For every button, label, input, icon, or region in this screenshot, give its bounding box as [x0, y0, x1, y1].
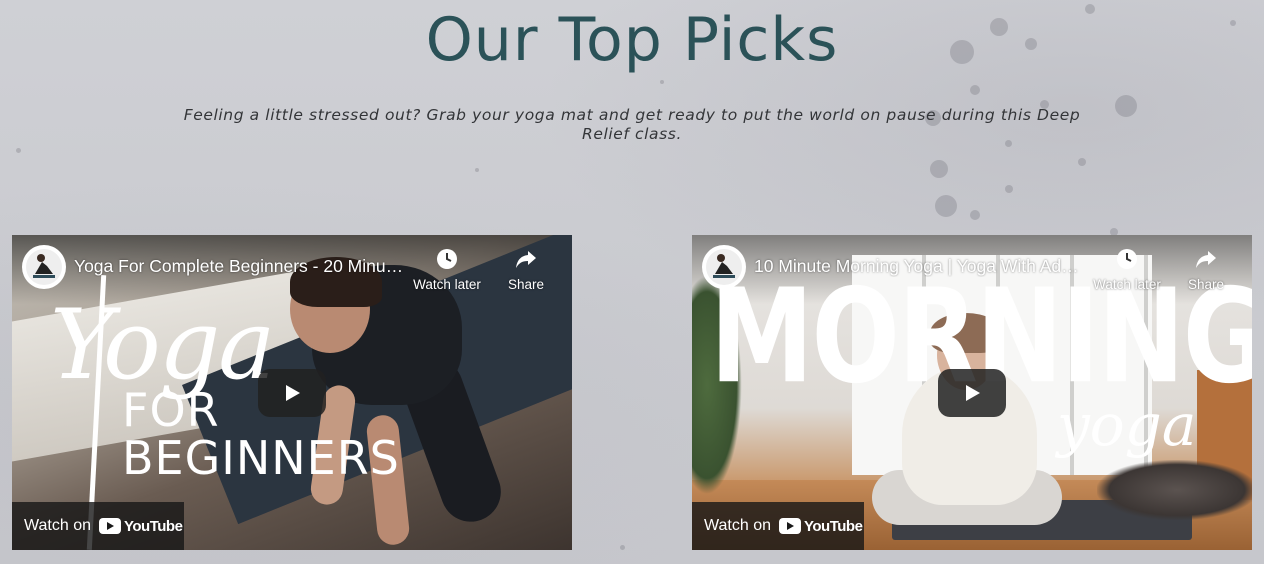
- section-title: Our Top Picks: [425, 5, 839, 75]
- youtube-logo: YouTube: [779, 517, 863, 535]
- share-icon: [516, 251, 536, 268]
- watch-on-youtube-button[interactable]: Watch on YouTube: [12, 502, 184, 550]
- watch-on-youtube-button[interactable]: Watch on YouTube: [692, 502, 864, 550]
- thumbnail-text-script: Yoga: [50, 289, 276, 401]
- watch-on-label: Watch on: [704, 517, 771, 534]
- thumbnail-text-line2: BEGINNERS: [122, 431, 400, 485]
- share-button[interactable]: Share: [504, 247, 548, 292]
- video-title[interactable]: 10 Minute Morning Yoga | Yoga With Adrie…: [754, 256, 1084, 277]
- play-button[interactable]: [938, 369, 1006, 417]
- video-embed-yoga-beginners[interactable]: Yoga FOR BEGINNERS Yoga For Complete Beg…: [12, 235, 572, 550]
- play-icon: [286, 385, 300, 401]
- watch-later-label: Watch later: [1093, 277, 1161, 292]
- clock-icon: [1117, 249, 1137, 269]
- share-label: Share: [1187, 277, 1225, 292]
- watch-later-label: Watch later: [413, 277, 481, 292]
- youtube-logo: YouTube: [99, 517, 183, 535]
- youtube-wordmark: YouTube: [804, 517, 863, 535]
- youtube-wordmark: YouTube: [124, 517, 183, 535]
- video-embed-morning-yoga[interactable]: MORNING yoga 10 Minute Morning Yoga | Yo…: [692, 235, 1252, 550]
- youtube-play-icon: [107, 522, 114, 530]
- video-top-bar: Yoga For Complete Beginners - 20 Minute …: [12, 235, 572, 299]
- watch-later-button[interactable]: Watch later: [410, 247, 484, 292]
- video-top-bar: 10 Minute Morning Yoga | Yoga With Adrie…: [692, 235, 1252, 299]
- thumbnail-text-line1: FOR: [122, 383, 220, 437]
- share-button[interactable]: Share: [1184, 247, 1228, 292]
- play-icon: [966, 385, 980, 401]
- watch-on-label: Watch on: [24, 517, 91, 534]
- channel-avatar[interactable]: [22, 245, 66, 289]
- video-title[interactable]: Yoga For Complete Beginners - 20 Minute …: [74, 256, 404, 277]
- play-button[interactable]: [258, 369, 326, 417]
- watch-later-button[interactable]: Watch later: [1090, 247, 1164, 292]
- share-icon: [1196, 251, 1216, 268]
- thumbnail-text-script: yoga: [1057, 391, 1197, 459]
- channel-avatar[interactable]: [702, 245, 746, 289]
- share-label: Share: [507, 277, 545, 292]
- clock-icon: [437, 249, 457, 269]
- channel-avatar-icon: [26, 249, 62, 285]
- channel-avatar-icon: [706, 249, 742, 285]
- youtube-play-icon: [787, 522, 794, 530]
- section-subtitle: Feeling a little stressed out? Grab your…: [183, 106, 1081, 143]
